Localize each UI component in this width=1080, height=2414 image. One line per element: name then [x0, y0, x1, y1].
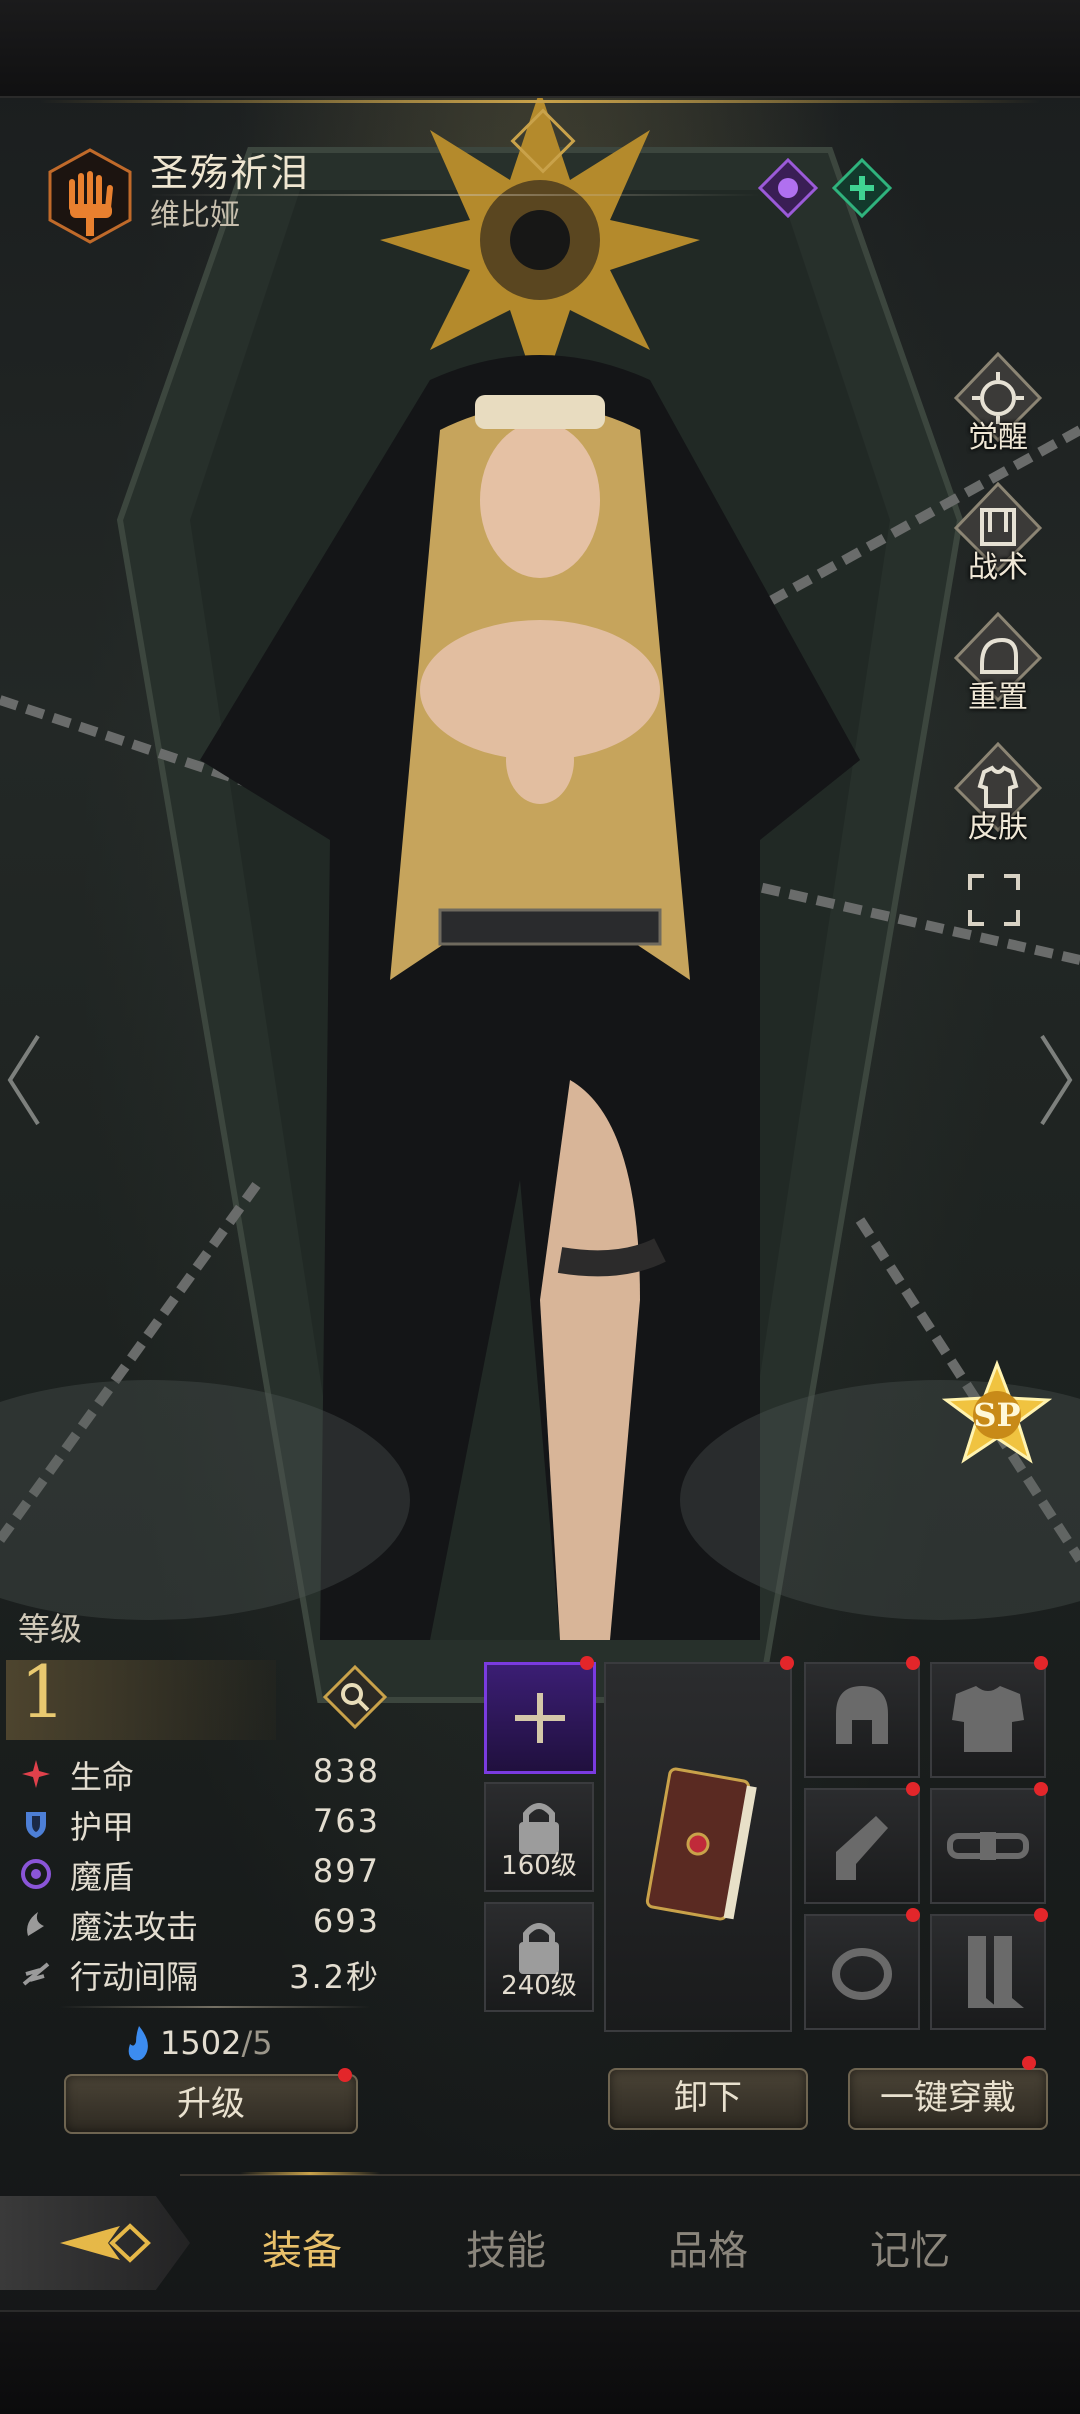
tab-character[interactable]: 品格	[668, 2218, 748, 2276]
resource-current: 1502	[160, 2024, 242, 2062]
tactics-button[interactable]: 战术	[950, 481, 1046, 586]
magic-shield-icon	[21, 1859, 51, 1889]
hero-subtitle: 维比娅	[150, 198, 240, 233]
rank-badge-text: SP	[973, 1396, 1021, 1434]
active-tab-indicator	[240, 2172, 380, 2175]
previous-hero-arrow-icon[interactable]	[4, 1030, 44, 1130]
top-frame	[0, 0, 1080, 98]
back-button[interactable]	[0, 2196, 190, 2290]
equipment-slot-locked[interactable]: 160级	[484, 1782, 594, 1892]
stat-value: 763	[312, 1802, 380, 1840]
belt-notification-dot	[1034, 1782, 1048, 1796]
tab-memory[interactable]: 记忆	[870, 2218, 950, 2276]
fullscreen-icon[interactable]	[966, 872, 1022, 928]
next-hero-arrow-icon[interactable]	[1036, 1030, 1076, 1130]
stats-divider	[60, 2006, 370, 2008]
stat-action-interval: 行动间隔 3.2秒	[20, 1950, 380, 2000]
awaken-button[interactable]: 觉醒	[950, 351, 1046, 456]
belt-slot[interactable]	[930, 1788, 1046, 1904]
stat-value: 693	[312, 1902, 380, 1940]
stat-health: 生命 838	[20, 1750, 380, 1800]
tab-equipment[interactable]: 装备	[262, 2218, 342, 2276]
stat-magic-attack: 魔法攻击 693	[20, 1900, 380, 1950]
helmet-notification-dot	[906, 1656, 920, 1670]
chest-armor-slot[interactable]	[930, 1662, 1046, 1778]
stat-value: 838	[312, 1752, 380, 1790]
blue-flame-icon	[124, 2024, 154, 2064]
slot-notification-dot	[580, 1656, 594, 1670]
support-role-icon[interactable]	[831, 157, 893, 219]
back-arrow-icon	[60, 2223, 151, 2263]
chest-armor-icon	[952, 1686, 1024, 1752]
helmet-icon	[836, 1686, 888, 1744]
top-gold-ornament	[40, 100, 1040, 103]
stat-name: 行动间隔	[70, 1958, 199, 1996]
class-emblem-icon[interactable]	[48, 148, 132, 244]
equip-all-button[interactable]: 一键穿戴	[848, 2068, 1048, 2130]
slot-unlock-level: 160级	[501, 1851, 577, 1881]
stat-magic-shield: 魔盾 897	[20, 1850, 380, 1900]
weapon-notification-dot	[780, 1656, 794, 1670]
chest-notification-dot	[1034, 1656, 1048, 1670]
reset-button[interactable]: 重置	[950, 611, 1046, 716]
weapon-slot[interactable]	[604, 1662, 792, 2032]
helmet-slot[interactable]	[804, 1662, 920, 1778]
bottom-frame	[0, 2310, 1080, 2414]
ring-notification-dot	[906, 1908, 920, 1922]
gloves-slot[interactable]	[804, 1788, 920, 1904]
belt-icon	[947, 1832, 1029, 1860]
magic-attack-icon	[27, 1912, 44, 1936]
hero-name: 圣殇祈泪	[150, 151, 311, 195]
upgrade-notification-dot	[338, 2068, 352, 2082]
hero-divider	[150, 194, 760, 196]
stat-name: 魔法攻击	[70, 1908, 199, 1946]
spellbook-icon	[645, 1767, 757, 1921]
armor-icon	[26, 1812, 46, 1838]
level-label: 等级	[18, 1610, 83, 1648]
equip-all-notification-dot	[1022, 2056, 1036, 2070]
greaves-icon	[968, 1936, 1024, 2008]
slot-unlock-level: 240级	[501, 1971, 577, 2001]
ring-slot[interactable]	[804, 1914, 920, 2030]
unequip-button[interactable]: 卸下	[608, 2068, 808, 2130]
equipment-slot-locked[interactable]: 240级	[484, 1902, 594, 2012]
upgrade-button[interactable]: 升级	[64, 2074, 358, 2134]
stat-name: 护甲	[70, 1808, 135, 1846]
skin-button[interactable]: 皮肤	[950, 741, 1046, 846]
equipment-slot-add[interactable]	[484, 1662, 596, 1774]
gauntlet-icon	[836, 1816, 888, 1880]
stat-name: 生命	[70, 1758, 135, 1796]
level-value: 1	[20, 1650, 66, 1734]
stat-value: 3.2秒	[289, 1958, 380, 1996]
resource-counter: 1502/5	[160, 2024, 273, 2062]
stat-value: 897	[312, 1852, 380, 1890]
ring-icon	[832, 1948, 892, 2000]
stat-name: 魔盾	[70, 1858, 135, 1896]
action-interval-icon	[22, 1962, 50, 1986]
boots-slot[interactable]	[930, 1914, 1046, 2030]
health-icon	[22, 1760, 50, 1788]
tab-skills[interactable]: 技能	[466, 2218, 546, 2276]
gloves-notification-dot	[906, 1782, 920, 1796]
resource-required: /5	[241, 2024, 273, 2062]
boots-notification-dot	[1034, 1908, 1048, 1922]
stat-armor: 护甲 763	[20, 1800, 380, 1850]
level-search-icon[interactable]	[322, 1664, 388, 1730]
element-dark-icon[interactable]	[757, 157, 819, 219]
rank-badge: SP	[941, 1359, 1053, 1470]
